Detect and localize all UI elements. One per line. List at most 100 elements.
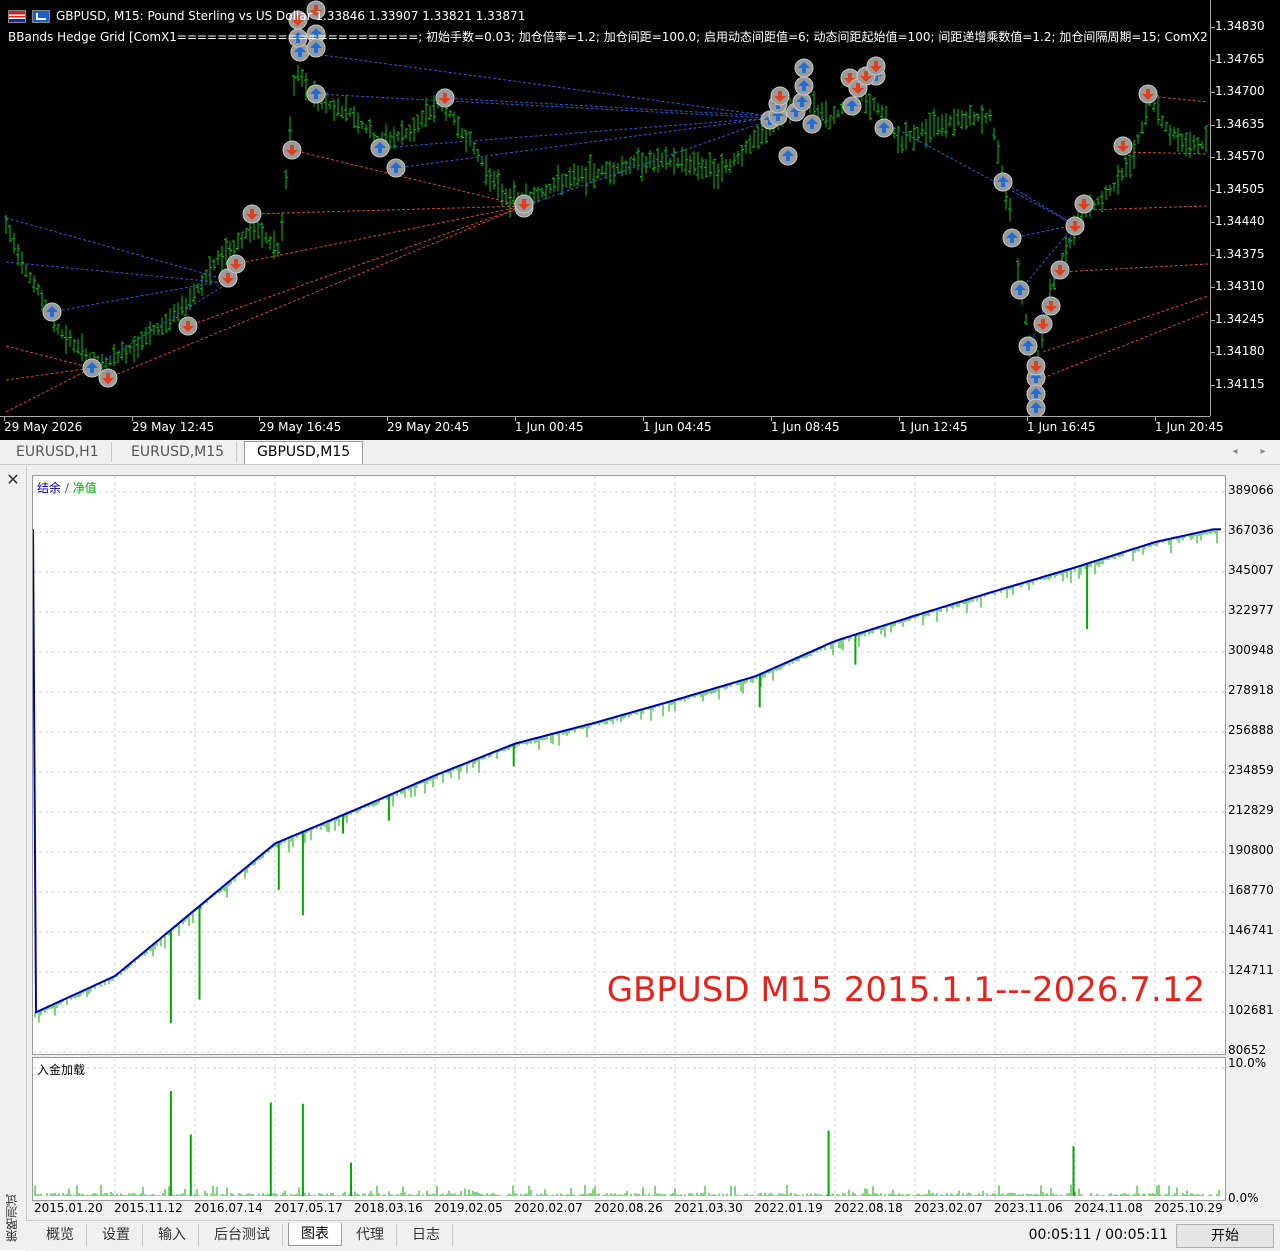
balance-equity-legend: 结余 / 净值 [37,479,97,496]
sell-arrow-icon [770,86,790,106]
balance-axis-label: 102681 [1228,1003,1274,1017]
sell-arrow-icon [178,316,198,336]
sell-trade-line [5,345,93,369]
tab-settings[interactable]: 设置 [90,1224,143,1246]
price-axis-label: 1.34310 [1215,279,1265,293]
sell-arrow-icon [1065,216,1085,236]
sell-arrow-icon [1138,84,1158,104]
buy-trade-line [879,119,1076,226]
equity-series [34,529,1220,1023]
price-axis-label: 1.34505 [1215,181,1265,196]
sell-arrow-icon [435,88,455,108]
buy-arrow-icon [82,358,102,378]
strategy-tester-panel: ✕ 策略测试 结余 / 净值 GBPUSD M15 2015.1.1---202… [0,465,1280,1251]
sell-trade-line [1042,295,1209,353]
close-icon[interactable]: ✕ [4,471,22,489]
balance-equity-chart[interactable]: 结余 / 净值 GBPUSD M15 2015.1.1---2026.7.12 [32,475,1226,1055]
start-button[interactable]: 开始 [1176,1224,1274,1248]
sell-trade-line [1059,263,1209,273]
sell-arrow-icon [1074,194,1094,214]
tab-scroll-left-icon[interactable]: ◂ [1226,442,1244,462]
tab-background-test[interactable]: 后台测试 [202,1224,283,1246]
sell-trade-line [5,367,93,381]
sell-trade-line [291,149,525,207]
time-axis-label: 29 May 2026 [4,420,83,434]
sell-arrow-icon [866,56,886,76]
balance-axis-label: 256888 [1228,723,1274,737]
algo-trading-icon[interactable] [32,9,50,23]
buy-arrow-icon [370,138,390,158]
date-axis-label: 2016.07.14 [194,1201,263,1215]
tab-eurusd-m15[interactable]: EURUSD,M15 [119,442,238,462]
sell-arrow-icon [98,368,118,388]
price-axis-label: 1.34700 [1215,84,1265,98]
time-axis-label: 1 Jun 08:45 [771,420,840,434]
time-axis-label: 1 Jun 16:45 [1027,420,1096,434]
date-axis-label: 2020.08.26 [594,1201,663,1215]
legend-balance: 结余 [37,481,62,495]
trade-markers [42,0,1158,416]
deposit-load-chart[interactable]: 入金加载 [32,1057,1226,1201]
buy-arrow-icon [306,84,326,104]
buy-trade-line [1002,181,1076,226]
buy-arrow-icon [802,114,822,134]
buy-arrow-icon [1018,336,1038,356]
deposit-load-plot [33,1058,1225,1200]
legend-equity: 净值 [72,481,97,495]
balance-axis-label: 367036 [1228,523,1274,537]
tester-side-strip: ✕ 策略测试 [0,465,27,1250]
sell-arrow-icon [1033,314,1053,334]
date-axis-label: 2024.11.08 [1074,1201,1143,1215]
tab-inputs[interactable]: 输入 [146,1224,199,1246]
time-axis-label: 1 Jun 00:45 [515,420,584,434]
price-axis-label: 1.34440 [1215,214,1265,228]
date-axis-label: 2022.01.19 [754,1201,823,1215]
buy-arrow-icon [842,96,862,116]
date-axis-label: 2023.02.07 [914,1201,983,1215]
tab-graph[interactable]: 图表 [288,1223,342,1246]
buy-trade-line [379,117,771,149]
tab-gbpusd-m15[interactable]: GBPUSD,M15 [244,441,364,464]
deposit-load-series [34,1091,1220,1196]
balance-axis-label: 234859 [1228,763,1274,777]
deposit-load-label: 入金加载 [37,1063,86,1077]
sell-arrow-icon [1026,356,1046,376]
test-period-annotation: GBPUSD M15 2015.1.1---2026.7.12 [606,970,1205,1010]
legend-separator: / [64,481,69,495]
tab-scroll-right-icon[interactable]: ▸ [1254,442,1272,462]
balance-axis-label: 278918 [1228,683,1274,697]
buy-arrow-icon [778,146,798,166]
price-chart[interactable]: GBPUSD, M15: Pound Sterling vs US Dollar… [0,0,1280,440]
balance-axis-label: 322977 [1228,603,1274,617]
uk-us-flag-icon [8,9,26,23]
buy-trade-line [444,97,771,117]
sell-arrow-icon [226,254,246,274]
buy-arrow-icon [1010,280,1030,300]
price-axis-label: 1.34570 [1215,149,1265,163]
balance-axis-label: 80652 [1228,1043,1267,1057]
deposit-y-label-top: 10.0% [1228,1056,1267,1070]
date-axis-label: 2025.10.29 [1154,1201,1223,1215]
tab-agents[interactable]: 代理 [344,1224,397,1246]
sell-trade-line [1083,205,1209,211]
buy-arrow-icon [794,76,814,96]
chart-title-row: GBPUSD, M15: Pound Sterling vs US Dollar… [8,8,525,24]
buy-arrow-icon [874,118,894,138]
tab-eurusd-h1[interactable]: EURUSD,H1 [4,442,112,462]
time-axis-label: 1 Jun 04:45 [643,420,712,434]
price-axis-label: 1.34180 [1215,344,1265,358]
elapsed-timer: 00:05:11 / 00:05:11 [1028,1227,1168,1243]
price-axis-label: 1.34375 [1215,246,1265,261]
tab-overview[interactable]: 概览 [34,1224,87,1246]
sell-trade-line [251,205,525,215]
balance-grid [33,476,1225,1054]
sell-trade-line [1042,311,1209,379]
time-axis-label: 1 Jun 12:45 [899,420,968,434]
trade-lines [5,51,1209,413]
balance-plot [33,476,1225,1054]
buy-arrow-icon [386,158,406,178]
date-axis-label: 2020.02.07 [514,1201,583,1215]
balance-axis-label: 146741 [1228,922,1274,937]
date-axis-label: 2021.03.30 [674,1201,743,1215]
tab-journal[interactable]: 日志 [400,1224,453,1246]
